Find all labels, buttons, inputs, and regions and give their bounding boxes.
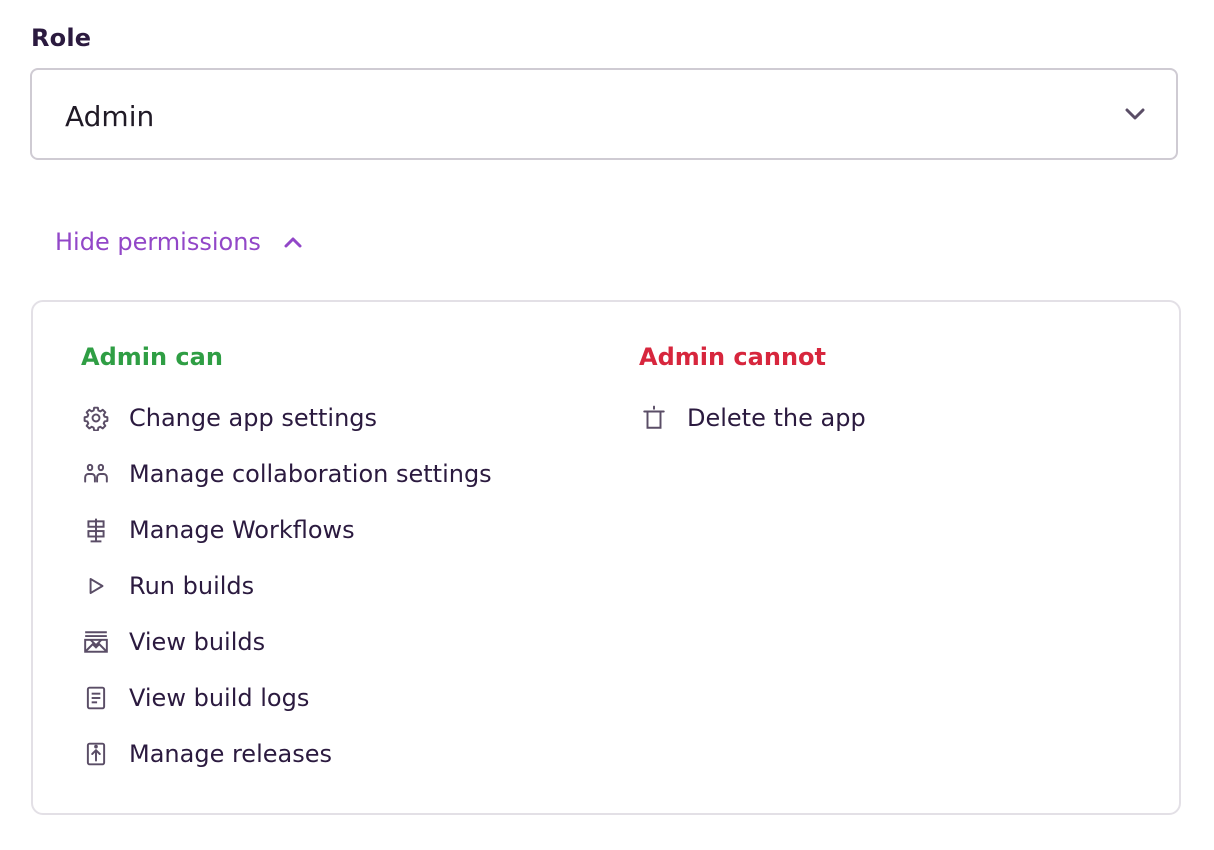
role-select-value: Admin xyxy=(65,100,155,133)
permission-item: Run builds xyxy=(81,558,492,614)
permission-label: Change app settings xyxy=(129,404,378,432)
permissions-cannot-column: Admin cannot Delete the app xyxy=(639,342,866,446)
play-icon xyxy=(81,571,111,601)
permissions-can-column: Admin can Change app settings Manage col… xyxy=(81,342,492,782)
permissions-panel: Admin can Change app settings Manage col… xyxy=(31,300,1181,815)
permission-label: Manage collaboration settings xyxy=(129,460,492,488)
role-select[interactable]: Admin xyxy=(30,68,1178,160)
permission-item: Manage Workflows xyxy=(81,502,492,558)
permission-item: Manage collaboration settings xyxy=(81,446,492,502)
permission-item: Delete the app xyxy=(639,390,866,446)
permission-label: View build logs xyxy=(129,684,310,712)
workflow-icon xyxy=(81,515,111,545)
permissions-can-title: Admin can xyxy=(81,343,223,371)
permission-label: Delete the app xyxy=(687,404,866,432)
permission-label: View builds xyxy=(129,628,266,656)
permissions-cannot-title: Admin cannot xyxy=(639,343,826,371)
hide-permissions-toggle[interactable]: Hide permissions xyxy=(55,228,303,256)
permission-label: Manage releases xyxy=(129,740,332,768)
permission-item: Change app settings xyxy=(81,390,492,446)
role-label: Role xyxy=(31,24,92,52)
document-icon xyxy=(81,683,111,713)
people-icon xyxy=(81,459,111,489)
permission-item: View builds xyxy=(81,614,492,670)
trash-icon xyxy=(639,403,669,433)
permissions-can-list: Change app settings Manage collaboration… xyxy=(81,390,492,782)
hide-permissions-label: Hide permissions xyxy=(55,228,261,256)
permissions-cannot-list: Delete the app xyxy=(639,390,866,446)
chevron-up-icon xyxy=(284,237,302,248)
permission-item: Manage releases xyxy=(81,726,492,782)
release-icon xyxy=(81,739,111,769)
chevron-down-icon xyxy=(1125,108,1145,120)
builds-icon xyxy=(81,627,111,657)
permission-label: Run builds xyxy=(129,572,255,600)
permission-item: View build logs xyxy=(81,670,492,726)
permission-label: Manage Workflows xyxy=(129,516,355,544)
gear-icon xyxy=(81,403,111,433)
